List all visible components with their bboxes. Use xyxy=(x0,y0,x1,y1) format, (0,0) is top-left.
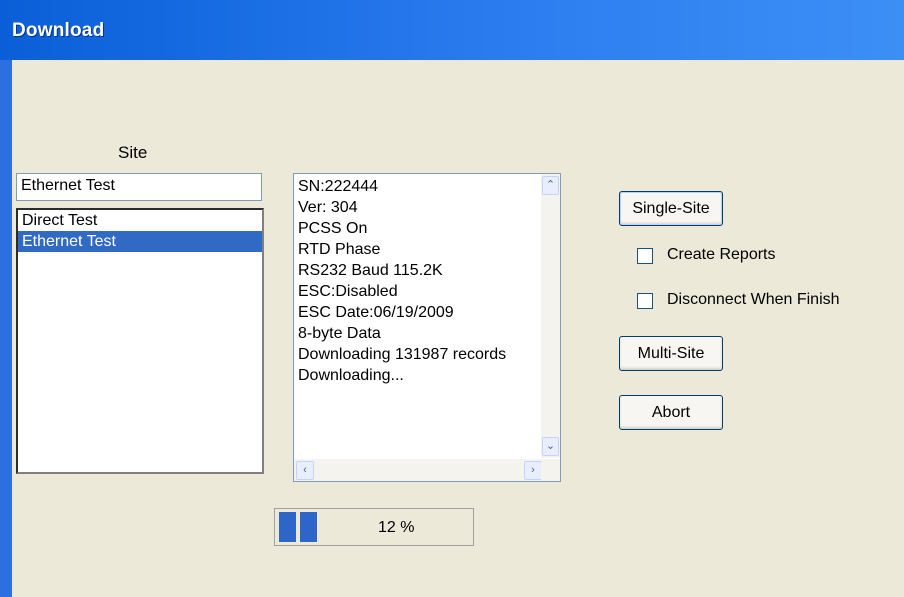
disconnect-when-finish-checkbox[interactable] xyxy=(637,293,653,309)
site-list-item-selected[interactable]: Ethernet Test xyxy=(18,231,262,252)
site-list-item[interactable]: Direct Test xyxy=(18,210,262,231)
site-label: Site xyxy=(118,143,148,162)
progress-block xyxy=(300,512,317,542)
create-reports-checkbox[interactable] xyxy=(637,248,653,264)
abort-button[interactable]: Abort xyxy=(619,395,723,430)
disconnect-when-finish-label: Disconnect When Finish xyxy=(667,291,840,308)
log-line: ESC Date:06/19/2009 xyxy=(298,304,454,321)
site-input[interactable]: Ethernet Test xyxy=(16,173,262,201)
log-line: Downloading... xyxy=(298,367,404,384)
site-list[interactable]: Direct Test Ethernet Test xyxy=(16,208,264,474)
scroll-left-icon[interactable]: ‹ xyxy=(296,461,314,480)
scroll-corner xyxy=(541,459,560,481)
vertical-scrollbar[interactable]: ⌃ ⌄ xyxy=(541,174,560,458)
log-line: RS232 Baud 115.2K xyxy=(298,262,443,279)
scroll-right-icon[interactable]: › xyxy=(524,461,542,480)
log-line: SN:222444 xyxy=(298,178,379,195)
horizontal-scrollbar[interactable]: ‹ › xyxy=(294,459,542,481)
progress-block xyxy=(279,512,296,542)
log-line: RTD Phase xyxy=(298,241,381,258)
download-progress-bar: 12 % xyxy=(274,508,474,546)
progress-percent-text: 12 % xyxy=(378,519,415,536)
window-left-border xyxy=(0,60,12,597)
log-line: 8-byte Data xyxy=(298,325,381,342)
window-title: Download xyxy=(12,20,105,41)
scroll-up-icon[interactable]: ⌃ xyxy=(542,176,559,195)
log-text: SN:222444 Ver: 304 PCSS On RTD Phase RS2… xyxy=(298,176,538,386)
create-reports-label: Create Reports xyxy=(667,246,776,263)
title-bar[interactable]: Download xyxy=(0,0,904,60)
log-line: ESC:Disabled xyxy=(298,283,398,300)
scroll-down-icon[interactable]: ⌄ xyxy=(542,437,559,456)
log-line: Downloading 131987 records xyxy=(298,346,507,363)
single-site-button[interactable]: Single-Site xyxy=(619,191,723,226)
log-line: Ver: 304 xyxy=(298,199,358,216)
log-line: PCSS On xyxy=(298,220,368,237)
multi-site-button[interactable]: Multi-Site xyxy=(619,336,723,371)
log-box[interactable]: SN:222444 Ver: 304 PCSS On RTD Phase RS2… xyxy=(293,173,561,482)
